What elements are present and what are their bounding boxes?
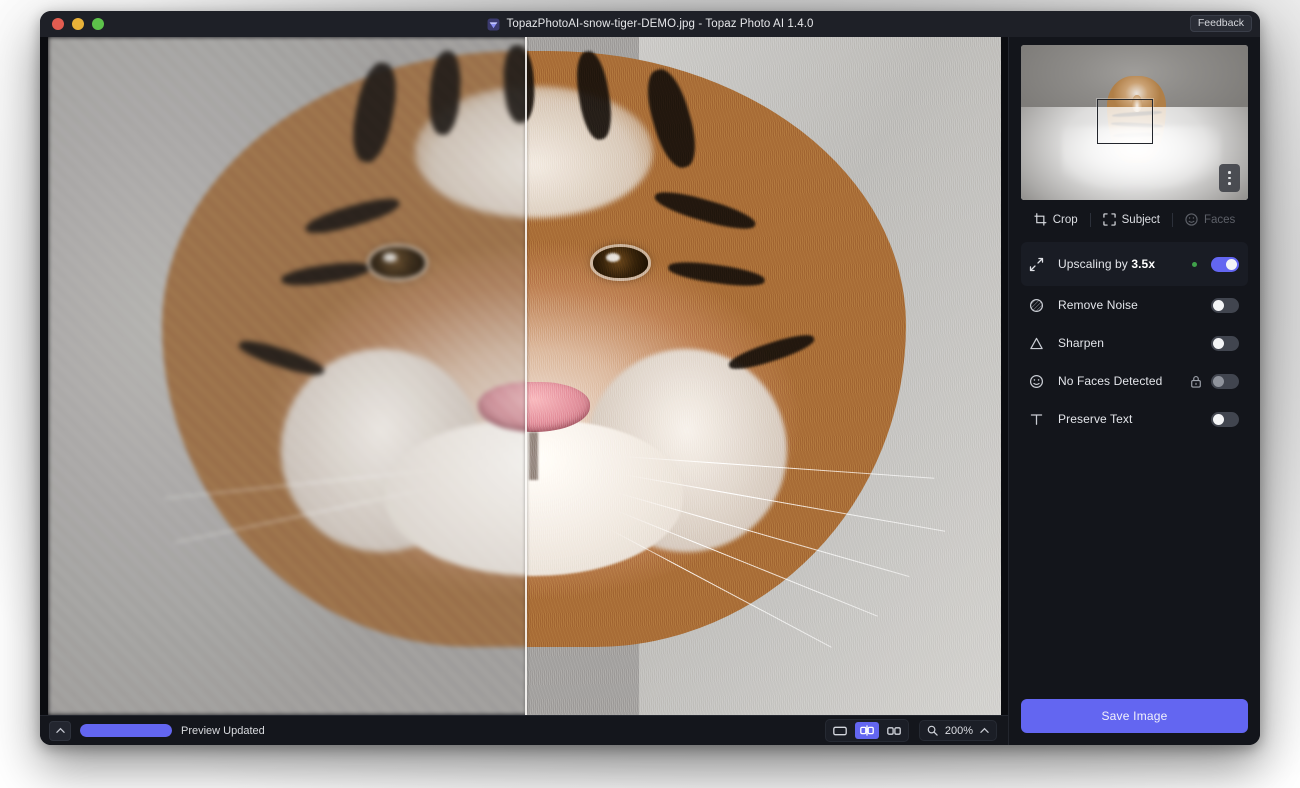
navigator-thumbnail[interactable] (1021, 45, 1248, 200)
filter-label-preserve-text: Preserve Text (1058, 412, 1133, 426)
navigator-more-options-button[interactable] (1219, 164, 1240, 192)
app-window: TopazPhotoAI-snow-tiger-DEMO.jpg - Topaz… (40, 11, 1260, 745)
sharpen-triangle-icon (1029, 336, 1051, 351)
status-bar-right: 200% (824, 719, 999, 742)
filter-row-sharpen[interactable]: Sharpen (1021, 324, 1248, 362)
image-canvas[interactable] (40, 37, 1008, 715)
filter-label-faces: No Faces Detected (1058, 374, 1163, 388)
view-mode-group (824, 719, 909, 742)
preview-progress-bar (80, 724, 172, 737)
faces-tool-button: Faces (1173, 213, 1247, 226)
chevron-up-icon (55, 727, 65, 733)
split-pane-button[interactable] (854, 722, 879, 739)
zoom-level-label: 200% (944, 724, 973, 737)
filter-label-remove-noise: Remove Noise (1058, 298, 1138, 312)
canvas-pane-original (48, 37, 525, 715)
zoom-control[interactable]: 200% (918, 720, 997, 741)
minimize-button[interactable] (72, 18, 84, 30)
upscaling-status-dot (1192, 261, 1197, 267)
window-controls (40, 18, 104, 30)
zoom-chevron-up-icon[interactable] (980, 727, 989, 734)
split-view-divider-handle[interactable] (524, 37, 527, 715)
upscaling-toggle[interactable] (1211, 256, 1239, 272)
navigator-viewport-rect[interactable] (1097, 99, 1153, 145)
maximize-button[interactable] (92, 18, 104, 30)
filter-row-faces: No Faces Detected (1021, 362, 1248, 400)
remove-noise-toggle[interactable] (1211, 297, 1239, 313)
window-body: Preview Updated 200% Crop Subject Faces … (40, 37, 1260, 745)
canvas-pane-enhanced (524, 37, 1001, 715)
faces-toggle (1211, 373, 1239, 389)
tiger-render-original (48, 37, 525, 715)
subject-select-icon (1102, 213, 1116, 226)
double-pane-button[interactable] (882, 722, 906, 739)
crop-tool-label: Crop (1052, 213, 1078, 226)
topaz-diamond-logo-icon (487, 18, 499, 30)
crop-icon (1034, 213, 1047, 226)
noise-circle-icon (1029, 298, 1051, 313)
collapse-panel-button[interactable] (49, 720, 71, 741)
double-pane-icon (887, 726, 901, 735)
single-pane-icon (833, 726, 847, 735)
face-smile-icon (1029, 374, 1051, 389)
right-sidebar: Crop Subject Faces Upscaling by 3.5x Rem… (1008, 37, 1260, 745)
upscale-arrows-icon (1029, 257, 1051, 272)
split-pane-icon (860, 725, 874, 736)
filter-row-remove-noise[interactable]: Remove Noise (1021, 286, 1248, 324)
page-title: TopazPhotoAI-snow-tiger-DEMO.jpg - Topaz… (506, 18, 814, 30)
text-t-icon (1029, 412, 1051, 427)
tool-row: Crop Subject Faces (1021, 201, 1248, 238)
titlebar: TopazPhotoAI-snow-tiger-DEMO.jpg - Topaz… (40, 11, 1260, 37)
filter-label-sharpen: Sharpen (1058, 336, 1105, 350)
filter-row-upscaling[interactable]: Upscaling by 3.5x (1021, 242, 1248, 286)
photo-stage[interactable] (48, 37, 1001, 715)
lock-icon (1190, 375, 1202, 388)
status-text: Preview Updated (181, 724, 265, 737)
filter-row-preserve-text[interactable]: Preserve Text (1021, 400, 1248, 438)
faces-tool-label: Faces (1203, 213, 1236, 226)
subject-tool-label: Subject (1121, 213, 1160, 226)
sharpen-toggle[interactable] (1211, 335, 1239, 351)
subject-tool-button[interactable]: Subject (1091, 213, 1172, 226)
window-title-group: TopazPhotoAI-snow-tiger-DEMO.jpg - Topaz… (40, 18, 1260, 31)
crop-tool-button[interactable]: Crop (1022, 213, 1090, 226)
filter-list: Upscaling by 3.5x Remove Noise Sharpen N… (1021, 242, 1248, 438)
magnifier-icon (927, 725, 938, 736)
canvas-column: Preview Updated 200% (40, 37, 1008, 745)
close-button[interactable] (52, 18, 64, 30)
preserve-text-toggle[interactable] (1211, 411, 1239, 427)
feedback-button[interactable]: Feedback (1189, 15, 1252, 32)
save-image-button[interactable]: Save Image (1021, 699, 1248, 733)
status-bar: Preview Updated 200% (40, 715, 1008, 745)
face-smile-icon (1185, 213, 1198, 226)
single-pane-button[interactable] (828, 722, 852, 739)
filter-label-upscaling: Upscaling by 3.5x (1058, 257, 1156, 271)
tiger-render-enhanced (524, 37, 1001, 715)
